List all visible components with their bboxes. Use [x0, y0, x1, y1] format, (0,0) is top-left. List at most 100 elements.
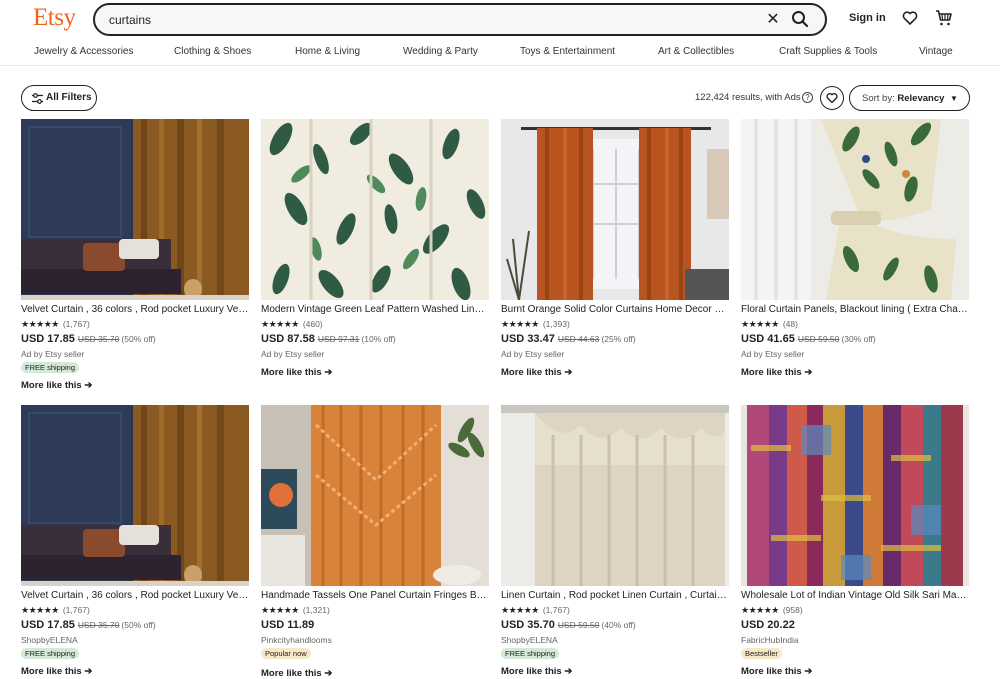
- search-input[interactable]: [109, 11, 729, 29]
- seller-name: Ad by Etsy seller: [741, 349, 805, 359]
- seller-name: Ad by Etsy seller: [261, 349, 325, 359]
- more-like-this-link[interactable]: More like this ➔: [741, 367, 812, 378]
- sale-price: USD 17.85: [21, 333, 75, 345]
- rating: ★★★★★ (1,767): [501, 605, 570, 616]
- listing-image[interactable]: [261, 119, 489, 300]
- more-like-this-label: More like this: [261, 367, 322, 378]
- category-link[interactable]: Toys & Entertainment: [520, 46, 615, 57]
- search-bar: ✕: [93, 3, 827, 36]
- price: USD 17.85 USD 35.70 (50% off): [21, 619, 156, 631]
- seller-name[interactable]: ShopbyELENA: [501, 635, 558, 645]
- listing-card[interactable]: Handmade Tassels One Panel Curtain Fring…: [261, 405, 490, 679]
- original-price: USD 35.70: [77, 334, 120, 344]
- all-filters-label: All Filters: [46, 92, 92, 103]
- listing-card[interactable]: Velvet Curtain , 36 colors , Rod pocket …: [21, 405, 250, 677]
- price: USD 41.65 USD 59.50 (30% off): [741, 333, 876, 345]
- shipping-badge: FREE shipping: [21, 362, 80, 373]
- listing-image[interactable]: [741, 119, 969, 300]
- sale-price: USD 41.65: [741, 333, 795, 345]
- sale-price: USD 87.58: [261, 333, 315, 345]
- arrow-right-icon: ➔: [564, 666, 573, 677]
- listing-image[interactable]: [501, 119, 729, 300]
- listing-card[interactable]: Modern Vintage Green Leaf Pattern Washed…: [261, 119, 490, 378]
- original-price: USD 59.50: [797, 334, 840, 344]
- listing-card[interactable]: Floral Curtain Panels, Blackout lining (…: [741, 119, 970, 378]
- rating: ★★★★★ (1,767): [21, 319, 90, 330]
- listing-card[interactable]: Linen Curtain , Rod pocket Linen Curtain…: [501, 405, 730, 677]
- rating: ★★★★★ (1,321): [261, 605, 330, 616]
- listing-title[interactable]: Wholesale Lot of Indian Vintage Old Silk…: [741, 590, 969, 601]
- more-like-this-link[interactable]: More like this ➔: [501, 666, 572, 677]
- close-icon[interactable]: ✕: [763, 10, 783, 30]
- more-like-this-label: More like this: [741, 666, 802, 677]
- seller-name[interactable]: Pinkcityhandlooms: [261, 635, 332, 645]
- listing-title[interactable]: Handmade Tassels One Panel Curtain Fring…: [261, 590, 489, 601]
- rating: ★★★★★ (958): [741, 605, 803, 616]
- listing-image[interactable]: [21, 405, 249, 586]
- search-icon[interactable]: [791, 10, 813, 30]
- filter-icon: [32, 93, 43, 104]
- cart-icon[interactable]: [935, 9, 953, 27]
- listing-image[interactable]: [261, 405, 489, 586]
- listing-card[interactable]: Burnt Orange Solid Color Curtains Home D…: [501, 119, 730, 378]
- caret-down-icon: ▼: [950, 94, 958, 103]
- category-link[interactable]: Art & Collectibles: [658, 46, 734, 57]
- listing-card[interactable]: Velvet Curtain , 36 colors , Rod pocket …: [21, 119, 250, 391]
- price: USD 11.89: [261, 619, 314, 631]
- discount: (50% off): [121, 620, 156, 630]
- listing-title[interactable]: Linen Curtain , Rod pocket Linen Curtain…: [501, 590, 729, 601]
- price: USD 87.58 USD 97.31 (10% off): [261, 333, 396, 345]
- listing-title[interactable]: Velvet Curtain , 36 colors , Rod pocket …: [21, 590, 249, 601]
- rating: ★★★★★ (48): [741, 319, 798, 330]
- star-rating-icon: ★★★★★: [501, 605, 539, 615]
- price: USD 17.85 USD 35.70 (50% off): [21, 333, 156, 345]
- price: USD 33.47 USD 44.63 (25% off): [501, 333, 636, 345]
- category-link[interactable]: Wedding & Party: [403, 46, 478, 57]
- discount: (25% off): [601, 334, 636, 344]
- popular-badge: Popular now: [261, 648, 311, 659]
- price: USD 35.70 USD 59.50 (40% off): [501, 619, 636, 631]
- listing-image[interactable]: [741, 405, 969, 586]
- heart-icon[interactable]: [902, 10, 920, 28]
- seller-name[interactable]: FabricHubIndia: [741, 635, 799, 645]
- category-link[interactable]: Vintage: [919, 46, 953, 57]
- category-nav: Jewelry & Accessories Clothing & Shoes H…: [0, 44, 1000, 66]
- review-count: (1,767): [542, 605, 570, 615]
- listing-title[interactable]: Burnt Orange Solid Color Curtains Home D…: [501, 304, 729, 315]
- listing-title[interactable]: Velvet Curtain , 36 colors , Rod pocket …: [21, 304, 249, 315]
- original-price: USD 59.50: [557, 620, 600, 630]
- listing-image[interactable]: [501, 405, 729, 586]
- discount: (40% off): [601, 620, 636, 630]
- more-like-this-label: More like this: [741, 367, 802, 378]
- info-icon[interactable]: ?: [802, 92, 813, 103]
- all-filters-button[interactable]: All Filters: [21, 85, 97, 111]
- more-like-this-link[interactable]: More like this ➔: [261, 668, 332, 679]
- category-link[interactable]: Home & Living: [295, 46, 360, 57]
- listing-image[interactable]: [21, 119, 249, 300]
- shipping-badge: FREE shipping: [21, 648, 80, 659]
- star-rating-icon: ★★★★★: [21, 605, 59, 615]
- review-count: (1,321): [302, 605, 330, 615]
- sale-price: USD 17.85: [21, 619, 75, 631]
- more-like-this-link[interactable]: More like this ➔: [21, 380, 92, 391]
- listing-title[interactable]: Modern Vintage Green Leaf Pattern Washed…: [261, 304, 489, 315]
- sign-in-link[interactable]: Sign in: [849, 12, 886, 24]
- save-search-button[interactable]: [820, 86, 844, 110]
- category-link[interactable]: Jewelry & Accessories: [34, 46, 133, 57]
- sort-dropdown[interactable]: Sort by: Relevancy ▼: [849, 85, 970, 111]
- discount: (30% off): [841, 334, 876, 344]
- more-like-this-link[interactable]: More like this ➔: [21, 666, 92, 677]
- listing-title[interactable]: Floral Curtain Panels, Blackout lining (…: [741, 304, 969, 315]
- more-like-this-link[interactable]: More like this ➔: [741, 666, 812, 677]
- seller-name: Ad by Etsy seller: [501, 349, 565, 359]
- seller-name[interactable]: ShopbyELENA: [21, 635, 78, 645]
- etsy-logo[interactable]: Etsy: [33, 4, 76, 32]
- review-count: (1,767): [62, 605, 90, 615]
- more-like-this-link[interactable]: More like this ➔: [501, 367, 572, 378]
- listing-card[interactable]: Wholesale Lot of Indian Vintage Old Silk…: [741, 405, 970, 677]
- arrow-right-icon: ➔: [324, 668, 333, 679]
- category-link[interactable]: Clothing & Shoes: [174, 46, 251, 57]
- sort-value: Relevancy: [897, 93, 945, 104]
- more-like-this-link[interactable]: More like this ➔: [261, 367, 332, 378]
- category-link[interactable]: Craft Supplies & Tools: [779, 46, 877, 57]
